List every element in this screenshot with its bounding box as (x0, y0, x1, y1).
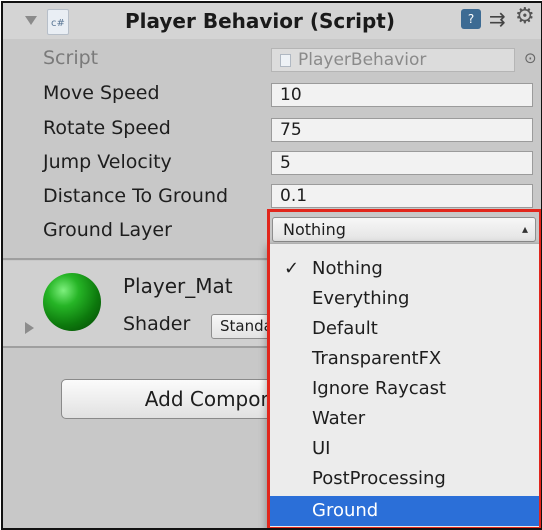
checkmark-icon: ✓ (284, 258, 300, 279)
menu-item-transparentfx[interactable]: TransparentFX (268, 344, 541, 374)
component-title: Player Behavior (Script) (125, 9, 395, 33)
menu-item-ignore-raycast[interactable]: Ignore Raycast (268, 374, 541, 404)
ground-layer-value: Nothing (283, 220, 346, 239)
object-picker-icon[interactable]: ⊙ (524, 49, 537, 67)
distance-to-ground-label: Distance To Ground (43, 185, 229, 207)
material-foldout-arrow-icon[interactable] (25, 322, 34, 334)
menu-item-label: UI (312, 438, 331, 459)
help-icon[interactable]: ? (461, 9, 481, 29)
move-speed-field[interactable]: 10 (271, 83, 533, 107)
distance-to-ground-field[interactable]: 0.1 (271, 184, 533, 208)
menu-item-label: TransparentFX (312, 348, 442, 369)
preset-icon[interactable]: ⇉ (489, 7, 506, 31)
menu-item-postprocessing[interactable]: PostProcessing (268, 464, 541, 494)
ground-layer-label: Ground Layer (43, 219, 172, 241)
jump-velocity-label: Jump Velocity (43, 151, 172, 173)
rotate-speed-label: Rotate Speed (43, 117, 171, 139)
menu-item-label: Water (312, 408, 366, 429)
menu-item-nothing[interactable]: ✓ Nothing (268, 254, 541, 284)
menu-item-everything[interactable]: Everything (268, 284, 541, 314)
foldout-arrow-icon[interactable] (25, 16, 37, 25)
jump-velocity-field[interactable]: 5 (271, 151, 533, 175)
menu-item-water[interactable]: Water (268, 404, 541, 434)
inspector-panel: c# Player Behavior (Script) ? ⇉ ⚙ Script… (1, 1, 542, 530)
menu-item-label: Ground (312, 500, 379, 521)
menu-item-ui[interactable]: UI (268, 434, 541, 464)
ground-layer-menu: ✓ Nothing Everything Default Transparent… (267, 243, 541, 528)
menu-item-label: Default (312, 318, 378, 339)
menu-item-ground[interactable]: Ground (268, 496, 541, 526)
gear-icon[interactable]: ⚙ (515, 5, 535, 29)
material-preview-sphere (43, 273, 101, 331)
menu-item-label: PostProcessing (312, 468, 446, 489)
script-label: Script (43, 47, 99, 69)
menu-item-default[interactable]: Default (268, 314, 541, 344)
csharp-script-icon: c# (47, 9, 69, 35)
script-file-icon (280, 54, 291, 67)
script-field[interactable]: PlayerBehavior (271, 48, 515, 72)
move-speed-label: Move Speed (43, 82, 160, 104)
dropdown-arrows-icon: ▴ (521, 222, 528, 236)
rotate-speed-field[interactable]: 75 (271, 118, 533, 142)
menu-item-label: Ignore Raycast (312, 378, 447, 399)
material-name: Player_Mat (123, 274, 233, 298)
menu-item-label: Nothing (312, 258, 383, 279)
component-header: c# Player Behavior (Script) ? ⇉ ⚙ (3, 3, 541, 39)
script-field-value: PlayerBehavior (298, 50, 427, 70)
shader-label: Shader (123, 313, 191, 335)
menu-item-label: Everything (312, 288, 410, 309)
ground-layer-dropdown[interactable]: Nothing ▴ (272, 217, 536, 242)
